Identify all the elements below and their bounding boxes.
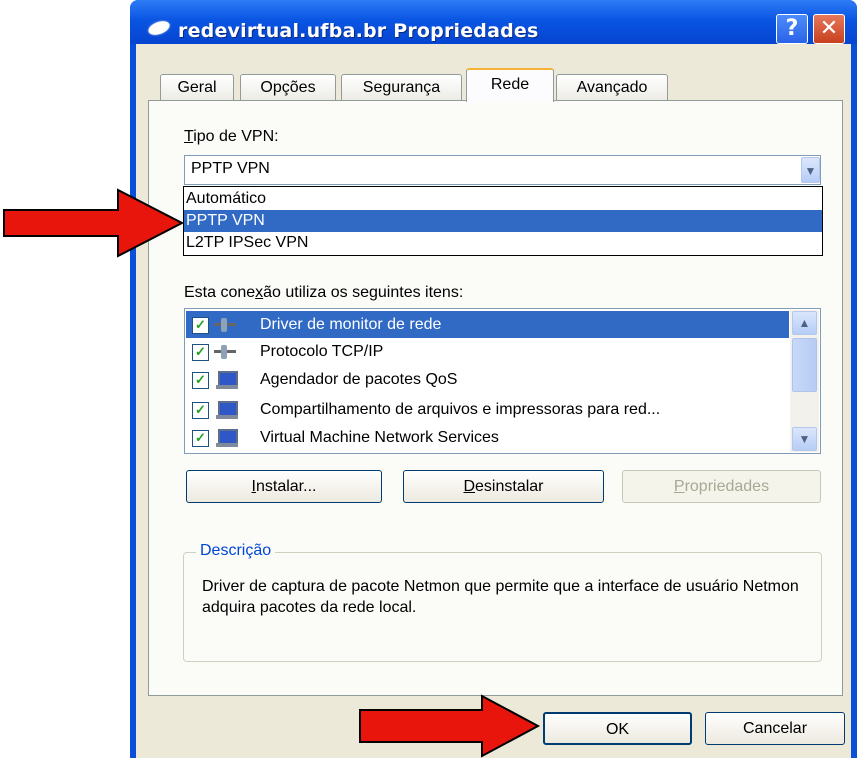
tab-seguranca[interactable]: Segurança [341,74,462,101]
items-label: Esta conexão utiliza os seguintes itens: [184,284,464,301]
checkbox[interactable]: ✓ [192,372,209,389]
vpn-type-value: PPTP VPN [191,160,270,177]
vpn-type-combobox[interactable] [184,155,821,185]
computer-network-icon [212,370,238,389]
red-arrow-icon [359,694,541,758]
list-item[interactable]: ✓ Protocolo TCP/IP [186,338,789,365]
install-button[interactable]: Instalar... [186,470,382,503]
properties-button[interactable]: Propriedades [622,470,821,503]
list-item[interactable]: ✓ Virtual Machine Network Services [186,424,789,451]
network-protocol-icon [212,342,238,361]
vpn-option-automatico[interactable]: Automático [184,188,822,210]
checkbox[interactable]: ✓ [192,317,209,334]
chevron-up-icon[interactable]: ▲ [792,311,817,335]
help-button[interactable]: ? [776,14,808,44]
computer-network-icon [212,428,238,447]
list-item[interactable]: ✓ Driver de monitor de rede [186,311,789,338]
checkbox[interactable]: ✓ [192,344,209,361]
tab-geral[interactable]: Geral [160,74,234,101]
description-title: Descrição [196,542,276,560]
window-title: redevirtual.ufba.br Propriedades [178,20,539,42]
tab-avancado[interactable]: Avançado [556,74,668,101]
red-arrow-icon [3,188,185,258]
tab-rede[interactable]: Rede [466,68,554,102]
cancel-button[interactable]: Cancelar [705,712,845,745]
vpn-option-pptp[interactable]: PPTP VPN [184,210,822,232]
network-protocol-icon [212,315,238,334]
close-button[interactable]: ✕ [813,14,845,44]
computer-network-icon [212,400,238,419]
vpn-option-l2tp[interactable]: L2TP IPSec VPN [184,232,822,254]
checkbox[interactable]: ✓ [192,402,209,419]
checkbox[interactable]: ✓ [192,430,209,447]
list-item[interactable]: ✓ Agendador de pacotes QoS [186,366,789,393]
chevron-down-icon[interactable]: ▼ [792,427,817,451]
vpn-type-label: Tipo de VPN: [184,128,279,145]
ok-button[interactable]: OK [543,712,692,745]
tab-opcoes[interactable]: Opções [240,74,336,101]
scrollbar-thumb[interactable] [792,338,817,392]
list-item[interactable]: ✓ Compartilhamento de arquivos e impress… [186,396,789,423]
uninstall-button[interactable]: Desinstalar [403,470,604,503]
description-text: Driver de captura de pacote Netmon que p… [202,578,799,616]
chevron-down-icon[interactable]: ▼ [801,157,820,183]
